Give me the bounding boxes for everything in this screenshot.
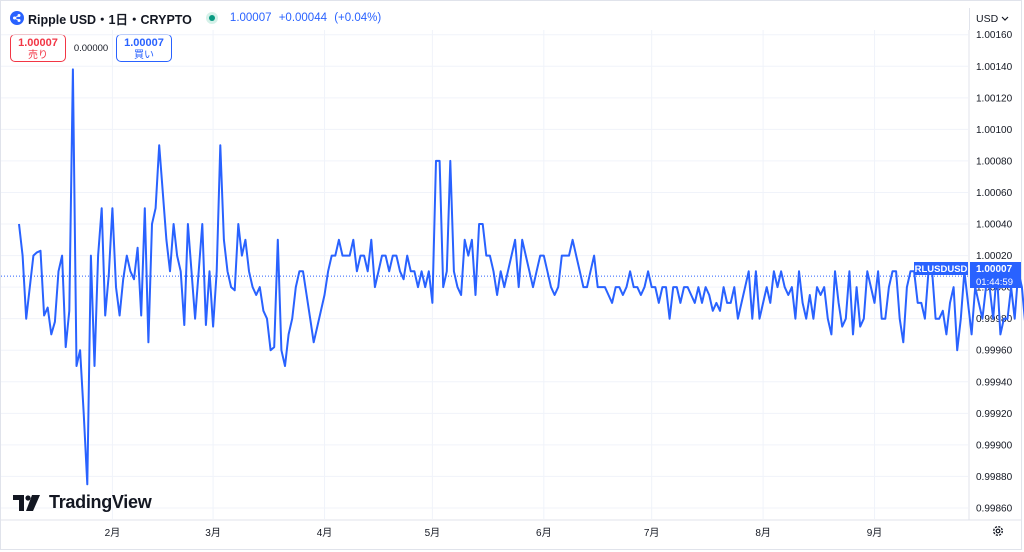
header-price: 1.00007 bbox=[229, 12, 272, 24]
sell-button[interactable]: 1.00007 売り bbox=[10, 34, 66, 62]
spread-value: 0.00000 bbox=[73, 42, 109, 54]
symbol-title[interactable]: Ripple USD・1日・CRYPTO bbox=[28, 9, 192, 28]
tradingview-brand[interactable]: TradingView bbox=[13, 492, 152, 513]
sell-price: 1.00007 bbox=[18, 37, 58, 49]
brand-name: TradingView bbox=[49, 492, 152, 512]
buy-button[interactable]: 1.00007 買い bbox=[116, 34, 172, 62]
ripple-logo-icon bbox=[10, 11, 24, 25]
chart-frame bbox=[0, 0, 1022, 550]
chevron-down-icon bbox=[1001, 16, 1009, 21]
buy-label: 買い bbox=[134, 50, 154, 61]
settings-button[interactable] bbox=[991, 524, 1005, 543]
trade-panel: 1.00007 売り 0.00000 1.00007 買い bbox=[10, 33, 172, 63]
buy-price: 1.00007 bbox=[124, 37, 164, 49]
tradingview-logo-icon bbox=[13, 494, 40, 511]
currency-selector[interactable]: USD bbox=[969, 8, 1015, 30]
live-dot-icon bbox=[205, 12, 218, 24]
header-change: +0.00044 bbox=[278, 12, 327, 24]
sell-label: 売り bbox=[28, 50, 48, 61]
currency-label: USD bbox=[976, 13, 999, 25]
gear-icon bbox=[993, 526, 1003, 536]
symbol-header: Ripple USD・1日・CRYPTO 1.00007 +0.00044 (+… bbox=[10, 8, 385, 28]
header-change-pct: (+0.04%) bbox=[334, 12, 382, 24]
